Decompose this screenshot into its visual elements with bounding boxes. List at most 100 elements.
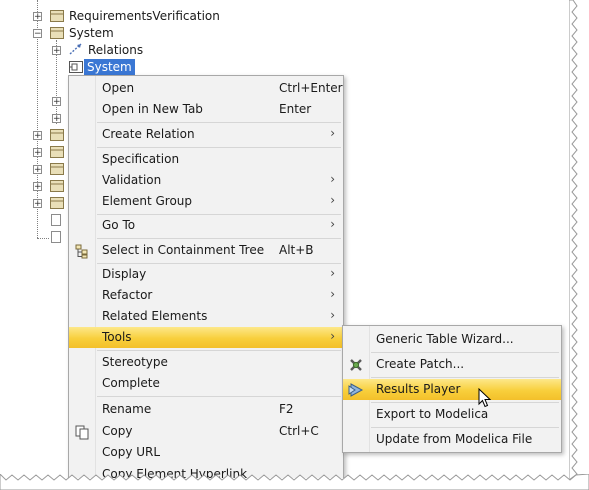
menu-item-shortcut: Alt+B bbox=[279, 243, 314, 257]
menu-item-label: Tools bbox=[102, 330, 132, 344]
menu-item-create-relation[interactable]: Create Relation › bbox=[69, 124, 343, 145]
copy-icon bbox=[75, 425, 89, 440]
menu-separator bbox=[371, 377, 559, 378]
menu-separator bbox=[97, 396, 341, 397]
tools-submenu: Generic Table Wizard... Create Patch... … bbox=[342, 325, 562, 453]
menu-item-update-from-modelica-file[interactable]: Update from Modelica File bbox=[343, 429, 561, 450]
expand-icon[interactable]: + bbox=[52, 46, 61, 56]
menu-item-label: Complete bbox=[102, 376, 160, 390]
package-icon bbox=[50, 27, 64, 39]
submenu-arrow-icon: › bbox=[330, 266, 335, 280]
tree-guide-line bbox=[37, 238, 49, 239]
package-icon bbox=[50, 180, 64, 192]
menu-separator bbox=[97, 238, 341, 239]
menu-item-label: Open bbox=[102, 81, 135, 95]
menu-item-validation[interactable]: Validation › bbox=[69, 170, 343, 191]
menu-item-label: Display bbox=[102, 267, 147, 281]
menu-item-stereotype[interactable]: Stereotype bbox=[69, 352, 343, 373]
package-icon bbox=[50, 163, 64, 175]
menu-item-related-elements[interactable]: Related Elements › bbox=[69, 306, 343, 327]
menu-separator bbox=[371, 352, 559, 353]
submenu-arrow-icon: › bbox=[330, 193, 335, 207]
package-icon bbox=[50, 146, 64, 158]
menu-item-label: Copy URL bbox=[102, 445, 161, 459]
menu-item-label: Specification bbox=[102, 152, 180, 166]
menu-item-label: Refactor bbox=[102, 288, 153, 302]
menu-item-label: Create Relation bbox=[102, 127, 195, 141]
tree-node-system-package[interactable]: System bbox=[69, 25, 114, 41]
menu-item-results-player[interactable]: Results Player bbox=[343, 379, 561, 400]
tree-node-requirementsverification[interactable]: RequirementsVerification bbox=[69, 8, 220, 24]
expand-icon[interactable]: + bbox=[33, 182, 42, 192]
menu-item-label: Validation bbox=[102, 173, 162, 187]
menu-item-create-patch[interactable]: Create Patch... bbox=[343, 354, 561, 375]
menu-separator bbox=[97, 350, 341, 351]
menu-item-label: Copy bbox=[102, 424, 133, 438]
menu-item-shortcut: Ctrl+C bbox=[279, 424, 319, 438]
tree-node-system-selected[interactable]: System bbox=[84, 59, 135, 75]
expand-icon[interactable]: + bbox=[33, 148, 42, 158]
menu-item-open-in-new-tab[interactable]: Open in New Tab Enter bbox=[69, 99, 343, 120]
menu-item-label: Related Elements bbox=[102, 309, 208, 323]
torn-edge-right bbox=[569, 0, 578, 481]
menu-separator bbox=[97, 122, 341, 123]
menu-item-label: Select in Containment Tree bbox=[102, 243, 265, 257]
menu-separator bbox=[371, 427, 559, 428]
collapse-icon[interactable]: − bbox=[33, 29, 42, 39]
expand-icon[interactable]: + bbox=[33, 12, 42, 22]
menu-item-generic-table-wizard[interactable]: Generic Table Wizard... bbox=[343, 329, 561, 350]
menu-item-copy-url[interactable]: Copy URL bbox=[69, 442, 343, 463]
menu-item-export-to-modelica[interactable]: Export to Modelica bbox=[343, 404, 561, 425]
menu-item-label: Rename bbox=[102, 402, 152, 416]
menu-separator bbox=[371, 402, 559, 403]
menu-item-label: Generic Table Wizard... bbox=[376, 332, 514, 346]
menu-item-label: Results Player bbox=[376, 382, 461, 396]
menu-item-element-group[interactable]: Element Group › bbox=[69, 191, 343, 212]
menu-item-label: Go To bbox=[102, 218, 136, 232]
menu-item-shortcut: Enter bbox=[279, 102, 312, 116]
menu-item-specification[interactable]: Specification bbox=[69, 149, 343, 170]
menu-item-shortcut: Ctrl+Enter bbox=[279, 81, 343, 95]
menu-item-label: Stereotype bbox=[102, 355, 168, 369]
package-icon bbox=[50, 10, 64, 22]
menu-item-shortcut: F2 bbox=[279, 402, 294, 416]
menu-item-open[interactable]: Open Ctrl+Enter bbox=[69, 78, 343, 99]
menu-item-label: Open in New Tab bbox=[102, 102, 203, 116]
expand-icon[interactable]: + bbox=[52, 114, 61, 124]
menu-item-tools[interactable]: Tools › bbox=[69, 327, 343, 348]
mouse-cursor-icon bbox=[478, 388, 492, 408]
menu-separator bbox=[97, 147, 341, 148]
package-icon bbox=[50, 197, 64, 209]
menu-item-label: Update from Modelica File bbox=[376, 432, 533, 446]
screenshot-area: + RequirementsVerification − System + Re… bbox=[0, 0, 572, 478]
submenu-arrow-icon: › bbox=[330, 172, 335, 186]
menu-item-go-to[interactable]: Go To › bbox=[69, 215, 343, 236]
menu-item-label: Element Group bbox=[102, 194, 193, 208]
package-icon bbox=[50, 129, 64, 141]
expand-icon[interactable]: + bbox=[33, 131, 42, 141]
document-icon bbox=[51, 231, 61, 243]
menu-item-label: Create Patch... bbox=[376, 357, 465, 371]
create-patch-icon bbox=[350, 359, 362, 371]
menu-item-display[interactable]: Display › bbox=[69, 264, 343, 285]
context-menu: Open Ctrl+Enter Open in New Tab Enter Cr… bbox=[68, 75, 344, 478]
menu-item-complete[interactable]: Complete bbox=[69, 373, 343, 394]
results-player-icon bbox=[348, 383, 364, 397]
submenu-arrow-icon: › bbox=[330, 308, 335, 322]
submenu-arrow-icon: › bbox=[330, 287, 335, 301]
expand-icon[interactable]: + bbox=[33, 199, 42, 209]
containment-tree-icon bbox=[75, 244, 88, 259]
menu-item-rename[interactable]: Rename F2 bbox=[69, 399, 343, 420]
submenu-arrow-icon: › bbox=[330, 126, 335, 140]
menu-item-select-in-containment-tree[interactable]: Select in Containment Tree Alt+B bbox=[69, 240, 343, 261]
tree-node-relations[interactable]: Relations bbox=[88, 42, 143, 58]
menu-item-copy[interactable]: Copy Ctrl+C bbox=[69, 421, 343, 442]
menu-item-label: Export to Modelica bbox=[376, 407, 489, 421]
submenu-arrow-icon: › bbox=[330, 217, 335, 231]
torn-edge-bottom bbox=[0, 474, 589, 490]
block-icon bbox=[69, 61, 83, 73]
submenu-arrow-icon: › bbox=[330, 329, 335, 343]
expand-icon[interactable]: + bbox=[52, 97, 61, 107]
menu-item-refactor[interactable]: Refactor › bbox=[69, 285, 343, 306]
expand-icon[interactable]: + bbox=[33, 165, 42, 175]
